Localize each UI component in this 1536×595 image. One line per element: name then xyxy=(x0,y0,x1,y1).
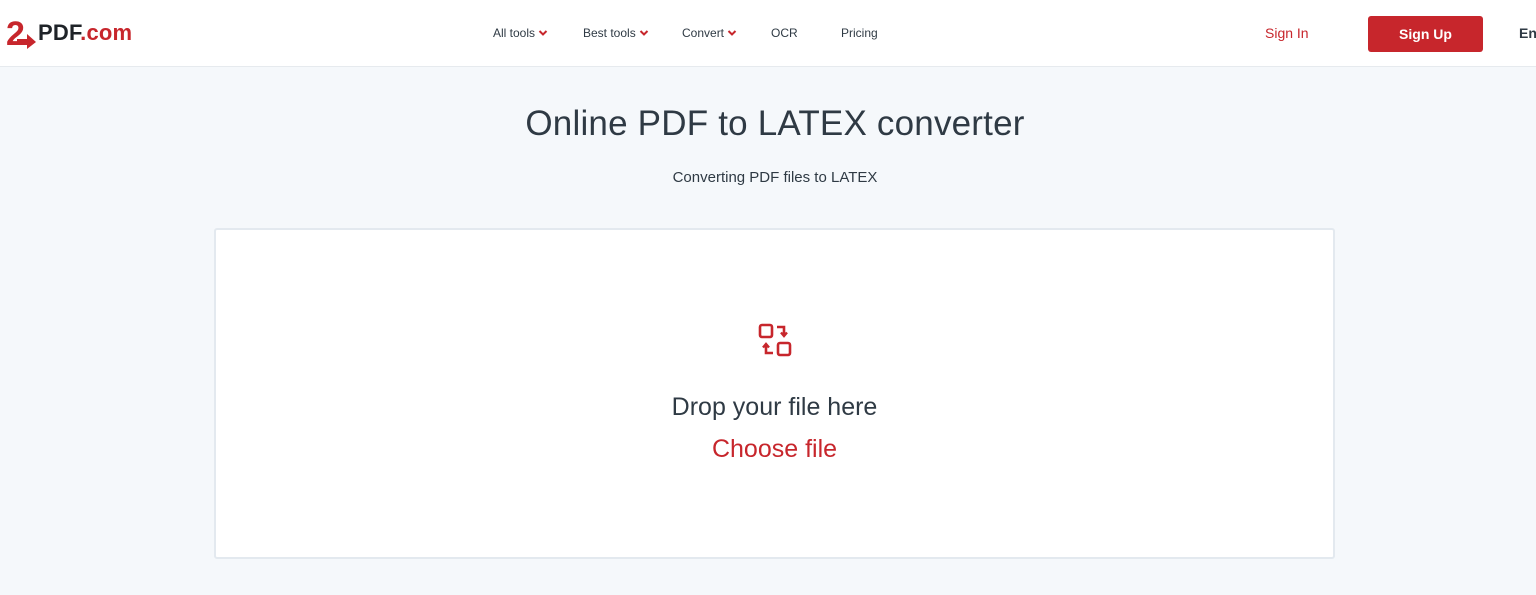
nav-item-pricing[interactable]: Pricing xyxy=(841,26,878,40)
nav-item-label: Pricing xyxy=(841,26,878,40)
file-dropzone[interactable]: Drop your file here Choose file xyxy=(214,228,1335,559)
language-selector[interactable]: En xyxy=(1519,25,1536,41)
choose-file-button[interactable]: Choose file xyxy=(712,435,837,463)
convert-icon xyxy=(758,323,792,357)
drop-instruction: Drop your file here xyxy=(671,393,878,421)
choose-file-container: Choose file xyxy=(216,435,1333,464)
site-header: 2 PDF.com All tools Best tools Convert O… xyxy=(0,0,1536,67)
nav-item-ocr[interactable]: OCR xyxy=(771,26,798,40)
nav-item-best-tools[interactable]: Best tools xyxy=(583,26,649,40)
nav-item-label: All tools xyxy=(493,26,536,40)
nav-item-label: Best tools xyxy=(583,26,636,40)
nav-item-label: Convert xyxy=(682,26,725,40)
chevron-down-icon xyxy=(639,29,648,36)
nav-item-label: OCR xyxy=(771,26,798,40)
page-title: Online PDF to LATEX converter xyxy=(525,104,1025,143)
chevron-down-icon xyxy=(538,29,548,36)
sign-up-button[interactable]: Sign Up xyxy=(1368,16,1483,52)
chevron-down-icon xyxy=(727,29,737,36)
page-subtitle: Converting PDF files to LATEX xyxy=(672,169,878,186)
nav-item-convert[interactable]: Convert xyxy=(682,26,737,40)
sign-in-link[interactable]: Sign In xyxy=(1265,25,1309,41)
nav-item-all-tools[interactable]: All tools xyxy=(493,26,548,40)
